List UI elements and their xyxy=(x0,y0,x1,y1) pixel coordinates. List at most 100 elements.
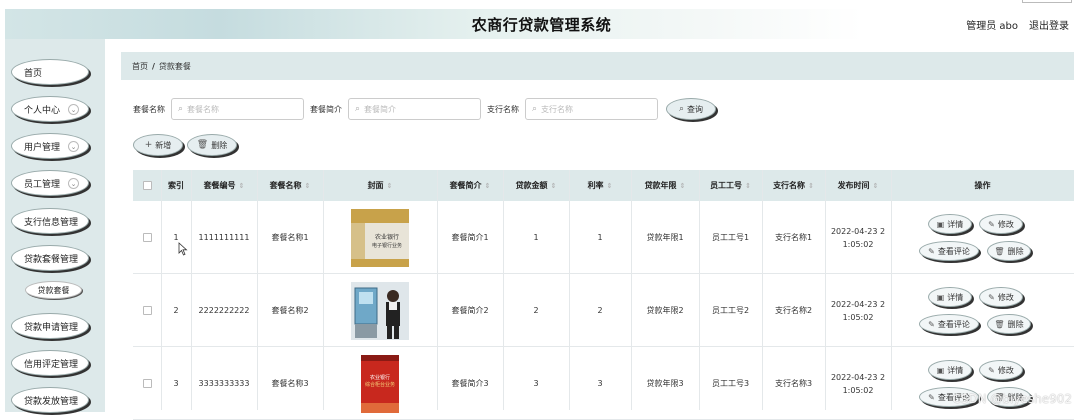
column-divider xyxy=(762,170,763,410)
header-label: 贷款金额 xyxy=(516,180,548,191)
edit-icon: ✎ xyxy=(928,247,935,256)
view-comments-button[interactable]: ✎查看评论 xyxy=(919,314,979,334)
sidebar-item-user-management[interactable]: 用户管理⌄ xyxy=(11,133,89,159)
delete-button[interactable]: 🗑删除 xyxy=(987,241,1031,261)
chevron-down-icon: ⌄ xyxy=(68,178,79,189)
row-checkbox[interactable] xyxy=(143,379,152,388)
header-name[interactable]: 套餐名称⇕ xyxy=(257,170,323,201)
search-icon: ⌕ xyxy=(178,104,183,114)
sidebar-item-label: 信用评定管理 xyxy=(24,357,78,370)
cell-intro: 套餐简介3 xyxy=(437,347,503,420)
table-row: 2 2222222222 套餐名称2 套餐简介2 2 2 贷款年限 xyxy=(133,274,1074,347)
sidebar-item-credit-rating-management[interactable]: 信用评定管理 xyxy=(11,350,89,376)
cell-index: 1 xyxy=(161,201,191,274)
edit-button[interactable]: ✎修改 xyxy=(979,214,1023,234)
header-code[interactable]: 套餐编号⇕ xyxy=(191,170,257,201)
detail-button[interactable]: ▣详情 xyxy=(928,360,972,380)
sort-icon: ⇕ xyxy=(485,182,491,190)
search-branch-label: 支行名称 xyxy=(487,104,519,115)
cell-staff: 员工工号2 xyxy=(699,274,762,347)
header-time[interactable]: 发布时间⇕ xyxy=(825,170,891,201)
header-label: 发布时间 xyxy=(838,180,870,191)
header-staff[interactable]: 员工工号⇕ xyxy=(699,170,762,201)
sidebar-item-label: 贷款发放管理 xyxy=(24,394,78,407)
cell-branch: 支行名称2 xyxy=(762,274,825,347)
add-button[interactable]: +新增 xyxy=(133,134,183,156)
cell-code: 2222222222 xyxy=(191,274,257,347)
search-branch-input[interactable]: ⌕支行名称 xyxy=(525,98,658,120)
detail-icon: ▣ xyxy=(937,366,945,375)
sidebar-item-label: 员工管理 xyxy=(24,177,60,190)
column-divider xyxy=(825,170,826,410)
batch-delete-button[interactable]: 🗑删除 xyxy=(187,134,237,156)
header-label: 贷款年限 xyxy=(645,180,677,191)
header-branch[interactable]: 支行名称⇕ xyxy=(762,170,825,201)
sidebar-subitem-loan-package[interactable]: 贷款套餐 xyxy=(25,281,82,299)
breadcrumb-home-link[interactable]: 首页 xyxy=(132,61,148,72)
time-line-1: 2022-04-23 2 xyxy=(831,371,885,384)
search-intro-input[interactable]: ⌕套餐简介 xyxy=(348,98,481,120)
header-label: 封面 xyxy=(368,180,384,191)
edit-icon: ✎ xyxy=(988,366,995,375)
sidebar-item-branch-management[interactable]: 支行信息管理 xyxy=(11,208,89,234)
edit-icon: ✎ xyxy=(988,220,995,229)
view-comments-button[interactable]: ✎查看评论 xyxy=(919,241,979,261)
sort-icon: ⇕ xyxy=(305,182,311,190)
row-checkbox[interactable] xyxy=(143,233,152,242)
app-title: 农商行贷款管理系统 xyxy=(5,14,1078,35)
detail-icon: ▣ xyxy=(937,220,945,229)
sidebar: 首页 个人中心⌄ 用户管理⌄ 员工管理⌄ 支行信息管理 贷款套餐管理 贷款套餐 … xyxy=(5,39,105,412)
sidebar-item-loan-package-management[interactable]: 贷款套餐管理 xyxy=(11,245,89,271)
header-years[interactable]: 贷款年限⇕ xyxy=(631,170,699,201)
cell-branch: 支行名称3 xyxy=(762,347,825,420)
select-all-checkbox[interactable] xyxy=(143,181,152,190)
edit-button-label: 修改 xyxy=(998,365,1014,376)
cell-rate: 1 xyxy=(569,201,631,274)
header-label: 员工工号 xyxy=(710,180,742,191)
sidebar-item-label: 首页 xyxy=(24,66,42,79)
cell-cover: 农业银行 综合柜台业务 xyxy=(323,347,437,420)
svg-text:农业银行: 农业银行 xyxy=(370,374,390,381)
table-row: 3 3333333333 套餐名称3 农业银行 综合柜台业务 套餐简介3 3 3… xyxy=(133,347,1074,420)
detail-button[interactable]: ▣详情 xyxy=(928,287,972,307)
column-divider xyxy=(161,170,162,410)
cell-intro: 套餐简介1 xyxy=(437,201,503,274)
sidebar-item-home[interactable]: 首页 xyxy=(11,59,89,85)
cell-time: 2022-04-23 21:05:02 xyxy=(825,201,891,274)
window-corner-decoration xyxy=(1022,0,1072,3)
edit-button[interactable]: ✎修改 xyxy=(979,360,1023,380)
header-intro[interactable]: 套餐简介⇕ xyxy=(437,170,503,201)
header-actions: 操作 xyxy=(891,170,1074,201)
header-rate[interactable]: 利率⇕ xyxy=(569,170,631,201)
sidebar-item-loan-application-management[interactable]: 贷款申请管理 xyxy=(11,313,89,339)
logout-link[interactable]: 退出登录 xyxy=(1029,17,1069,32)
search-name-input[interactable]: ⌕ 套餐名称 xyxy=(171,98,304,120)
query-button[interactable]: ⌕查询 xyxy=(666,98,716,120)
cell-name: 套餐名称1 xyxy=(257,201,323,274)
table-header: 索引 套餐编号⇕ 套餐名称⇕ 封面⇕ 套餐简介⇕ 贷款金额⇕ 利率⇕ 贷款年限⇕… xyxy=(133,170,1074,201)
cell-intro: 套餐简介2 xyxy=(437,274,503,347)
delete-button[interactable]: 🗑 删除 xyxy=(987,314,1031,334)
sidebar-item-label: 用户管理 xyxy=(24,140,60,153)
column-divider xyxy=(699,170,700,410)
search-name-placeholder: 套餐名称 xyxy=(187,104,219,115)
trash-icon: 🗑 xyxy=(994,320,1004,329)
sidebar-item-staff-management[interactable]: 员工管理 ⌄ xyxy=(11,170,89,196)
edit-icon: ✎ xyxy=(928,393,935,402)
header-label: 索引 xyxy=(168,180,184,191)
row-checkbox[interactable] xyxy=(143,306,152,315)
cell-time: 2022-04-23 21:05:02 xyxy=(825,347,891,420)
cell-code: 1111111111 xyxy=(191,201,257,274)
sidebar-item-loan-disbursement-management[interactable]: 贷款发放管理 xyxy=(11,387,89,413)
chevron-down-icon: ⌄ xyxy=(68,104,79,115)
edit-button[interactable]: ✎修改 xyxy=(979,287,1023,307)
header-cover[interactable]: 封面⇕ xyxy=(323,170,437,201)
cell-name: 套餐名称2 xyxy=(257,274,323,347)
column-divider xyxy=(503,170,504,410)
sidebar-item-personal-center[interactable]: 个人中心⌄ xyxy=(11,96,89,122)
column-divider xyxy=(891,170,892,410)
search-icon: ⌕ xyxy=(679,104,684,114)
delete-button-label: 删除 xyxy=(1008,319,1024,330)
detail-button[interactable]: ▣详情 xyxy=(928,214,972,234)
header-amount[interactable]: 贷款金额⇕ xyxy=(503,170,569,201)
